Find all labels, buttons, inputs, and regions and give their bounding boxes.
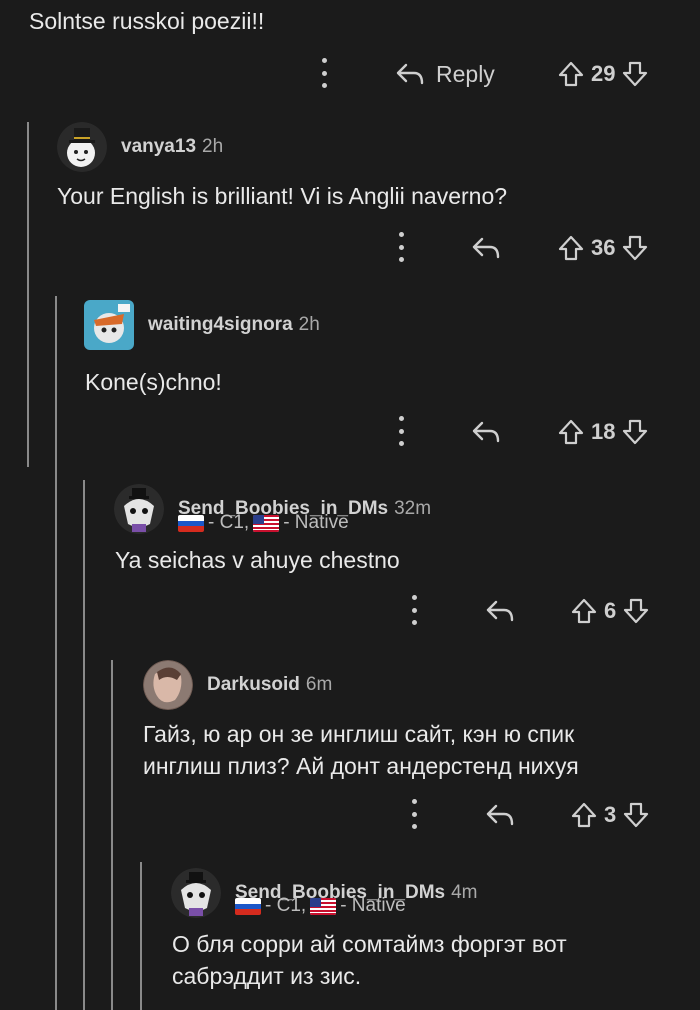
reply-arrow-icon (472, 237, 500, 259)
flair-level: - C1, (208, 512, 250, 533)
downvote-arrow-icon[interactable] (622, 801, 650, 829)
more-vertical-icon[interactable] (397, 416, 405, 446)
vote-controls: 18 (557, 412, 649, 452)
username[interactable]: waiting4signora (148, 314, 293, 336)
more-vertical-icon[interactable] (410, 799, 418, 829)
comment-body-send-boobies-2-line-1: О бля сорри ай сомтаймз форгэт вот (172, 931, 567, 957)
russia-flag-icon (235, 897, 261, 915)
comment-body-waiting4signora: Kone(s)chno! (85, 369, 222, 395)
comment-age: 4m (451, 882, 478, 903)
score: 36 (591, 235, 616, 260)
upvote-arrow-icon[interactable] (557, 418, 585, 446)
avatar[interactable] (143, 660, 193, 710)
avatar[interactable] (57, 122, 107, 172)
comment-body-vanya13: Your English is brilliant! Vi is Anglii … (57, 183, 508, 209)
reply-button[interactable]: Reply (396, 54, 495, 94)
downvote-arrow-icon[interactable] (621, 418, 649, 446)
comment-header-darkusoid: Darkusoid 6m (143, 660, 332, 710)
thread-line-3 (83, 480, 85, 1010)
comment-actions-darkusoid: 3 (0, 795, 700, 835)
upvote-arrow-icon[interactable] (570, 597, 598, 625)
comment-actions-vanya13: 36 (0, 228, 700, 268)
thread-line-5 (140, 862, 142, 1010)
comment-header-waiting4signora: waiting4signora 2h (84, 300, 320, 350)
vote-controls: 3 (570, 795, 650, 835)
upvote-arrow-icon[interactable] (557, 234, 585, 262)
flair-native: - Native (283, 512, 349, 533)
usa-flag-icon (253, 514, 280, 532)
comment-actions-send-boobies-1: 6 (0, 591, 700, 631)
reply-arrow-icon (486, 804, 514, 826)
comment-age: 6m (305, 674, 333, 695)
comment-age: 2h (298, 314, 320, 335)
username[interactable]: vanya13 (121, 136, 196, 158)
score: 29 (591, 61, 616, 86)
avatar[interactable] (114, 484, 164, 534)
downvote-arrow-icon[interactable] (622, 597, 650, 625)
reply-arrow-icon (486, 600, 514, 622)
username[interactable]: Darkusoid (207, 674, 300, 696)
usa-flag-icon (310, 897, 337, 915)
comment-age: 32m (394, 498, 432, 519)
upvote-arrow-icon[interactable] (557, 60, 585, 88)
more-vertical-icon[interactable] (410, 595, 418, 625)
reply-button[interactable] (472, 228, 500, 268)
reply-arrow-icon (396, 63, 424, 85)
russia-flag-icon (178, 514, 204, 532)
score: 18 (591, 419, 616, 444)
more-vertical-icon[interactable] (320, 58, 328, 88)
comment-body-send-boobies-2-line-2: сабрэддит из зис. (172, 963, 362, 989)
reply-button[interactable] (472, 412, 500, 452)
downvote-arrow-icon[interactable] (621, 60, 649, 88)
avatar[interactable] (84, 300, 134, 350)
comment-body-darkusoid-line-2: инглиш плиз? Ай донт андерстенд нихуя (143, 753, 579, 779)
comment-header-vanya13: vanya13 2h (57, 122, 223, 172)
reply-button[interactable] (486, 795, 514, 835)
user-flair: - C1, - Native (178, 512, 349, 534)
comment-body-send-boobies-1: Ya seichas v ahuye chestno (115, 547, 400, 573)
reply-arrow-icon (472, 421, 500, 443)
user-flair: - C1, - Native (235, 895, 406, 917)
vote-controls: 6 (570, 591, 650, 631)
thread-line-4 (111, 660, 113, 1010)
flair-native: - Native (340, 895, 406, 916)
downvote-arrow-icon[interactable] (621, 234, 649, 262)
comment-actions-top: Reply 29 (0, 54, 700, 94)
comment-body-darkusoid-line-1: Гайз, ю ар он зе инглиш сайт, кэн ю спик (143, 721, 575, 747)
vote-controls-top: 29 (557, 54, 649, 94)
comment-actions-waiting4signora: 18 (0, 412, 700, 452)
score: 6 (604, 598, 617, 623)
upvote-arrow-icon[interactable] (570, 801, 598, 829)
vote-controls: 36 (557, 228, 649, 268)
more-vertical-icon[interactable] (397, 232, 405, 262)
comment-body-top: Solntse russkoi poezii!! (29, 8, 265, 34)
thread-line-2 (55, 296, 57, 1010)
reply-label: Reply (436, 60, 495, 87)
avatar[interactable] (171, 868, 221, 918)
reply-button[interactable] (486, 591, 514, 631)
flair-level: - C1, (265, 895, 307, 916)
comment-age: 2h (202, 136, 224, 157)
score: 3 (604, 802, 617, 827)
